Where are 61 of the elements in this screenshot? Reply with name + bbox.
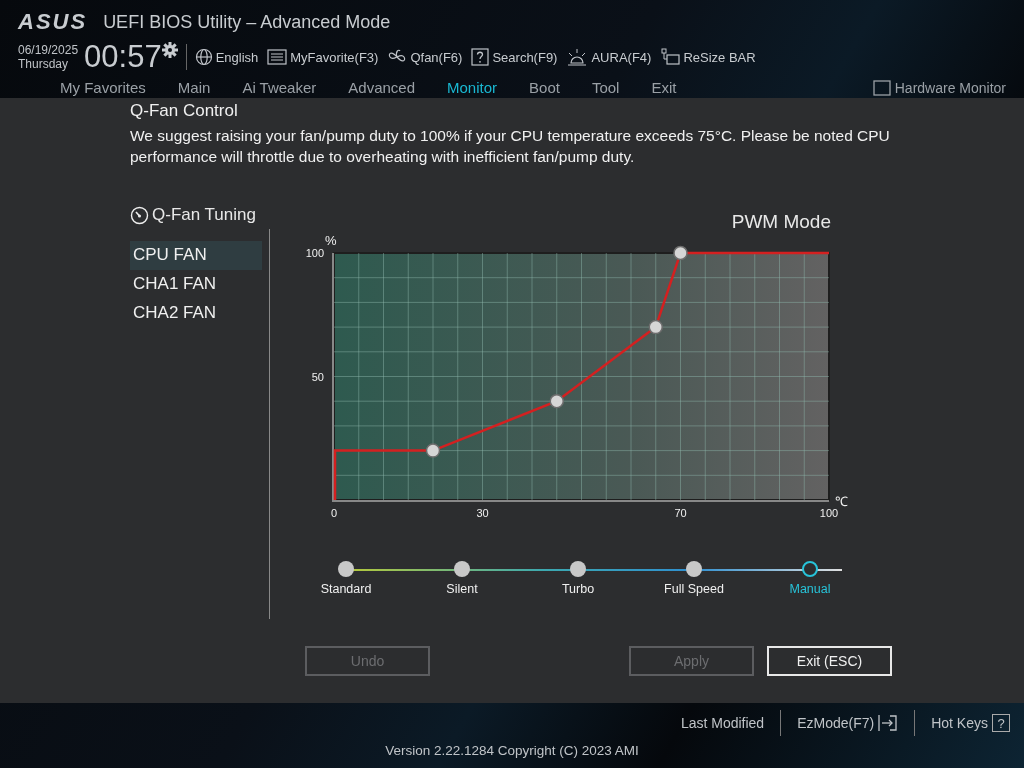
globe-icon bbox=[194, 48, 213, 66]
y-tick-label: 100 bbox=[305, 247, 324, 259]
menu-tab[interactable]: Exit bbox=[635, 79, 693, 98]
monitor-icon bbox=[872, 80, 891, 96]
menu-tab[interactable]: My Favorites bbox=[44, 79, 162, 98]
section-title: Q-Fan Tuning bbox=[152, 205, 256, 225]
fan-list-item[interactable]: CHA1 FAN bbox=[130, 270, 262, 299]
day-text: Thursday bbox=[18, 57, 70, 71]
menu-tab[interactable]: Main bbox=[161, 79, 227, 98]
menu-tab[interactable]: Monitor bbox=[431, 79, 514, 98]
toolbar-item[interactable]: MyFavorite(F3) bbox=[267, 49, 379, 65]
toolbar-item[interactable]: AURA(F4) bbox=[566, 48, 652, 66]
menu-tab[interactable]: Boot bbox=[513, 79, 576, 98]
clock-time: 00:57 bbox=[84, 39, 162, 75]
preset-label[interactable]: Full Speed bbox=[664, 582, 724, 596]
preset-knob[interactable] bbox=[570, 561, 586, 577]
x-tick-label: 100 bbox=[819, 507, 839, 519]
gauge-icon bbox=[130, 205, 149, 225]
preset-label[interactable]: Turbo bbox=[561, 582, 595, 596]
window-title: UEFI BIOS Utility – Advanced Mode bbox=[103, 11, 391, 33]
list-icon bbox=[267, 49, 288, 65]
hot-keys-link[interactable]: Hot Keys ? bbox=[931, 714, 1010, 732]
x-tick-label: 0 bbox=[330, 507, 338, 519]
date-text: 06/19/2025 bbox=[18, 43, 79, 57]
panel-title: Hardware Monitor bbox=[894, 80, 1006, 96]
mode-title: PWM Mode bbox=[730, 211, 831, 234]
ezmode-link[interactable]: EzMode(F7) bbox=[797, 714, 899, 732]
curve-handle[interactable] bbox=[549, 393, 564, 409]
x-axis-label: ℃ bbox=[835, 494, 848, 509]
preset-label[interactable]: Manual bbox=[789, 582, 831, 596]
last-modified-link[interactable]: Last Modified bbox=[680, 715, 765, 731]
fan-list-item[interactable]: CPU FAN bbox=[130, 241, 262, 270]
toolbar-item[interactable]: Qfan(F6) bbox=[387, 48, 463, 66]
curve-handle[interactable] bbox=[673, 245, 688, 261]
light-icon bbox=[566, 48, 589, 66]
description-text: We suggest raising your fan/pump duty to 100% if your CPU temperature exceeds 75°C. Please be noted CPU performance will throttle due to overheating with inefficient fan/pump duty. bbox=[130, 126, 890, 167]
preset-label[interactable]: Silent bbox=[446, 582, 478, 596]
menu-tab[interactable]: Tool bbox=[575, 79, 636, 98]
version-text: Version 2.22.1284 Copyright (C) 2023 AMI bbox=[385, 743, 639, 758]
settings-icon[interactable] bbox=[161, 42, 178, 58]
toolbar-item[interactable]: English bbox=[194, 48, 259, 66]
toolbar-item[interactable]: ReSize BAR bbox=[660, 48, 756, 66]
x-tick-label: 70 bbox=[674, 507, 687, 519]
preset-knob[interactable] bbox=[686, 561, 702, 577]
brand-logo: ASUS bbox=[18, 9, 88, 35]
dialog-button[interactable]: Exit (ESC) bbox=[767, 646, 892, 676]
preset-knob[interactable] bbox=[802, 561, 818, 577]
help-icon bbox=[471, 48, 490, 66]
menu-tab[interactable]: Advanced bbox=[332, 79, 432, 98]
curve-handle[interactable] bbox=[425, 443, 441, 458]
x-tick-label: 30 bbox=[476, 507, 489, 519]
preset-label[interactable]: Standard bbox=[320, 582, 372, 596]
chip-icon bbox=[660, 48, 681, 66]
fan-list-item[interactable]: CHA2 FAN bbox=[130, 299, 262, 328]
y-axis-label: % bbox=[325, 235, 337, 248]
menu-tab[interactable]: Ai Tweaker bbox=[226, 79, 333, 98]
preset-knob[interactable] bbox=[454, 561, 470, 577]
toolbar-item[interactable]: Search(F9) bbox=[471, 48, 558, 66]
y-tick-label: 50 bbox=[311, 370, 324, 383]
preset-knob[interactable] bbox=[338, 561, 354, 577]
dialog-title: Q-Fan Control bbox=[130, 101, 239, 121]
